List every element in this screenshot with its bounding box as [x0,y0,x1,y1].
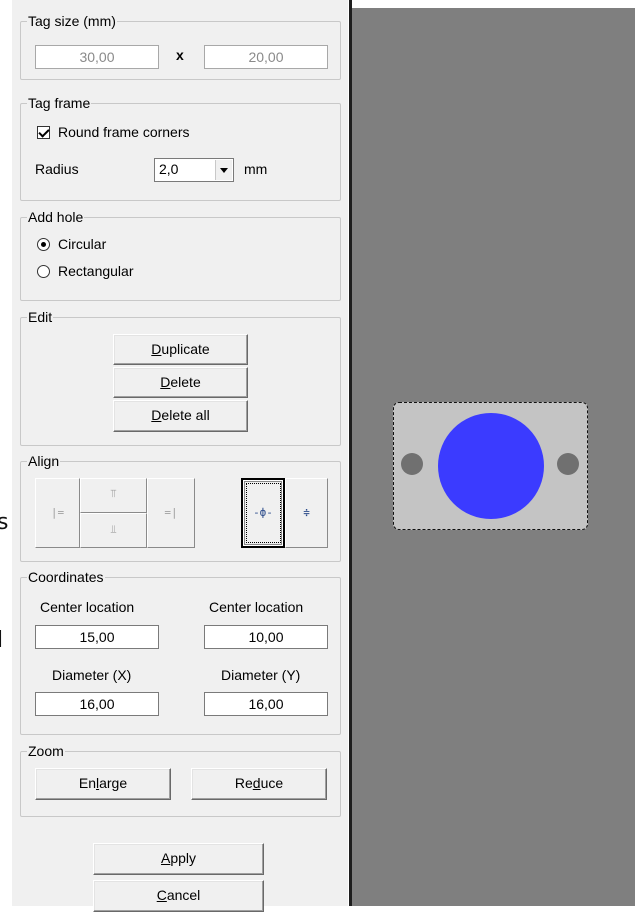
diameter-y-field[interactable]: 16,00 [204,692,328,716]
center-vertical-icon[interactable]: ≑ [285,478,328,548]
delete-button[interactable]: Delete [113,367,248,398]
offscreen-text-fragment: l [0,628,4,653]
diameter-y-label: Diameter (Y) [221,667,301,683]
center-y-label: Center location [209,599,304,615]
zoom-legend: Zoom [28,743,64,759]
tag-frame-group: Tag frame [20,96,341,201]
radius-dropdown[interactable]: 2,0 [154,158,234,182]
radius-label: Radius [35,161,79,177]
delete-all-button[interactable]: Delete all [113,400,248,432]
apply-button[interactable]: Apply [93,843,264,875]
align-top-icon[interactable]: ⫪ [80,478,147,513]
circular-radio[interactable] [37,238,50,251]
round-corners-label: Round frame corners [58,124,190,140]
radius-unit: mm [244,161,268,177]
canvas-top-strip [352,0,635,8]
add-hole-group: Add hole [20,210,341,301]
round-corners-checkbox[interactable] [37,126,50,139]
align-right-icon[interactable]: =| [147,478,195,548]
left-hole[interactable] [401,453,423,475]
offscreen-text-fragment: s [0,510,9,535]
circular-label: Circular [58,236,107,252]
align-edges-group: |= ⫪ ⫫ =| [35,478,195,548]
size-separator: x [176,47,184,63]
rectangular-radio[interactable] [37,265,50,278]
reduce-button[interactable]: Reduce [191,768,327,800]
enlarge-button[interactable]: Enlarge [35,768,171,800]
coordinates-legend: Coordinates [28,569,104,585]
add-hole-legend: Add hole [28,209,84,225]
center-y-field[interactable]: 10,00 [204,625,328,649]
selected-circular-hole[interactable] [438,413,544,519]
align-bottom-icon[interactable]: ⫫ [80,513,147,548]
duplicate-button[interactable]: Duplicate [113,334,248,365]
tag-size-legend: Tag size (mm) [28,13,116,29]
align-legend: Align [28,453,60,469]
rectangular-label: Rectangular [58,263,134,279]
tag-height-field[interactable]: 20,00 [204,45,328,69]
chevron-down-icon[interactable] [215,160,232,180]
radius-value: 2,0 [159,161,179,177]
center-x-field[interactable]: 15,00 [35,625,159,649]
center-x-label: Center location [40,599,135,615]
tag-frame-legend: Tag frame [28,95,91,111]
edit-legend: Edit [28,309,53,325]
cancel-button[interactable]: Cancel [93,880,264,912]
diameter-x-field[interactable]: 16,00 [35,692,159,716]
diameter-x-label: Diameter (X) [52,667,132,683]
right-hole[interactable] [557,453,579,475]
align-left-icon[interactable]: |= [35,478,80,548]
focus-outline [246,483,281,543]
tag-width-field[interactable]: 30,00 [35,45,159,69]
